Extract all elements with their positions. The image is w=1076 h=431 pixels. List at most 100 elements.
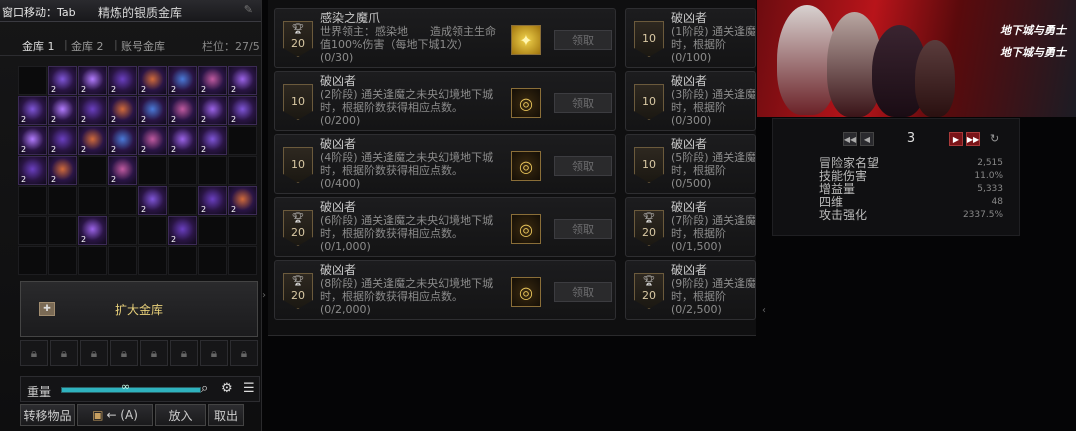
deposit-button[interactable]: 放入 [155,404,206,426]
transfer-items-button[interactable]: 转移物品 [20,404,75,426]
storage-item[interactable] [48,66,77,95]
emblem-reward-icon[interactable]: ◎ [511,88,541,118]
lock-icon[interactable]: 🔒︎ [140,340,168,366]
first-page-icon[interactable]: ◀◀ [843,132,857,146]
storage-slot[interactable] [228,246,257,275]
tab-account-storage[interactable]: 账号金库 [121,38,165,54]
lock-icon[interactable]: 🔒︎ [200,340,228,366]
storage-item[interactable] [108,156,137,185]
storage-slot[interactable] [18,216,47,245]
storage-item[interactable] [78,216,107,245]
storage-titlebar[interactable]: 窗口移动：Tab 精炼的银质金库 ✎ [0,0,261,22]
storage-item[interactable] [48,96,77,125]
storage-item[interactable] [48,156,77,185]
stat-value: 48 [991,197,1003,207]
storage-slot[interactable] [18,186,47,215]
tab-storage-2[interactable]: 金库 2 [71,38,104,54]
quest-level: 10 [642,158,656,171]
storage-slot[interactable] [228,126,257,155]
storage-item[interactable] [78,126,107,155]
storage-slot[interactable] [228,156,257,185]
withdraw-button[interactable]: 取出 [208,404,244,426]
lock-icon[interactable]: 🔒︎ [80,340,108,366]
expand-storage-button[interactable]: ✚ 扩大金库 [20,281,258,337]
lock-icon[interactable]: 🔒︎ [170,340,198,366]
claim-button[interactable]: 领取 [554,219,612,239]
storage-slot[interactable] [18,66,47,95]
storage-item[interactable] [168,216,197,245]
storage-slot[interactable] [168,186,197,215]
storage-item[interactable] [138,186,167,215]
storage-slot[interactable] [108,246,137,275]
quest-description: (5阶段) 通关逢魔之未央幻境地下城时，根据阶 (0/500) [671,151,755,190]
lock-icon[interactable]: 🔒︎ [50,340,78,366]
storage-item[interactable] [18,126,47,155]
claim-button[interactable]: 领取 [554,156,612,176]
storage-item[interactable] [108,66,137,95]
storage-item[interactable] [198,66,227,95]
storage-slot[interactable] [138,246,167,275]
storage-item[interactable] [198,126,227,155]
storage-item[interactable] [168,126,197,155]
quest-card: 🏆︎ 20 破凶者(7阶段) 通关逢魔之未央幻境地下城时，根据阶 (0/1,500) [625,197,756,257]
storage-item[interactable] [228,96,257,125]
quest-level: 20 [291,226,305,239]
refresh-icon[interactable]: ↻ [990,132,999,145]
last-page-icon[interactable]: ▶▶ [966,132,980,146]
storage-slot[interactable] [78,156,107,185]
storage-item[interactable] [18,96,47,125]
storage-item[interactable] [168,66,197,95]
list-icon[interactable]: ☰ [243,381,255,396]
storage-item[interactable] [138,66,167,95]
lock-icon[interactable]: 🔒︎ [110,340,138,366]
storage-item[interactable] [78,96,107,125]
storage-slot[interactable] [228,216,257,245]
gear-icon[interactable]: ⚙ [221,381,233,396]
claim-button[interactable]: 领取 [554,30,612,50]
prev-page-icon[interactable]: ◀ [860,132,874,146]
storage-item[interactable] [168,96,197,125]
storage-item[interactable] [18,156,47,185]
collapse-right-arrow-icon[interactable]: ‹ [762,305,768,329]
storage-item[interactable] [198,96,227,125]
storage-item[interactable] [138,96,167,125]
gold-reward-icon[interactable]: ✦ [511,25,541,55]
emblem-reward-icon[interactable]: ◎ [511,214,541,244]
storage-item[interactable] [198,186,227,215]
storage-slot[interactable] [48,186,77,215]
storage-slot[interactable] [198,216,227,245]
storage-slot[interactable] [198,156,227,185]
weight-value: ∞ [121,380,131,393]
auto-deposit-button[interactable]: ▣ ← (A) [77,404,153,426]
storage-item[interactable] [48,126,77,155]
storage-item[interactable] [108,126,137,155]
storage-slot[interactable] [108,216,137,245]
claim-button[interactable]: 领取 [554,93,612,113]
lock-icon[interactable]: 🔒︎ [20,340,48,366]
storage-slot[interactable] [138,216,167,245]
pin-icon[interactable]: ✎ [244,3,253,16]
storage-slot[interactable] [18,246,47,275]
storage-slot[interactable] [168,246,197,275]
storage-slot[interactable] [138,156,167,185]
storage-slot[interactable] [48,246,77,275]
storage-item[interactable] [228,66,257,95]
emblem-reward-icon[interactable]: ◎ [511,277,541,307]
storage-slot[interactable] [168,156,197,185]
storage-item[interactable] [78,66,107,95]
storage-slot[interactable] [198,246,227,275]
search-icon[interactable]: ⌕ [201,381,208,396]
next-page-icon[interactable]: ▶ [949,132,963,146]
emblem-reward-icon[interactable]: ◎ [511,151,541,181]
storage-item[interactable] [138,126,167,155]
tab-storage-1[interactable]: 金库 1 [22,38,55,54]
claim-button[interactable]: 领取 [554,282,612,302]
storage-slot[interactable] [78,186,107,215]
storage-item[interactable] [228,186,257,215]
lock-icon[interactable]: 🔒︎ [230,340,258,366]
storage-slot[interactable] [108,186,137,215]
storage-item[interactable] [108,96,137,125]
storage-slot[interactable] [48,216,77,245]
weight-track [61,387,201,393]
storage-slot[interactable] [78,246,107,275]
